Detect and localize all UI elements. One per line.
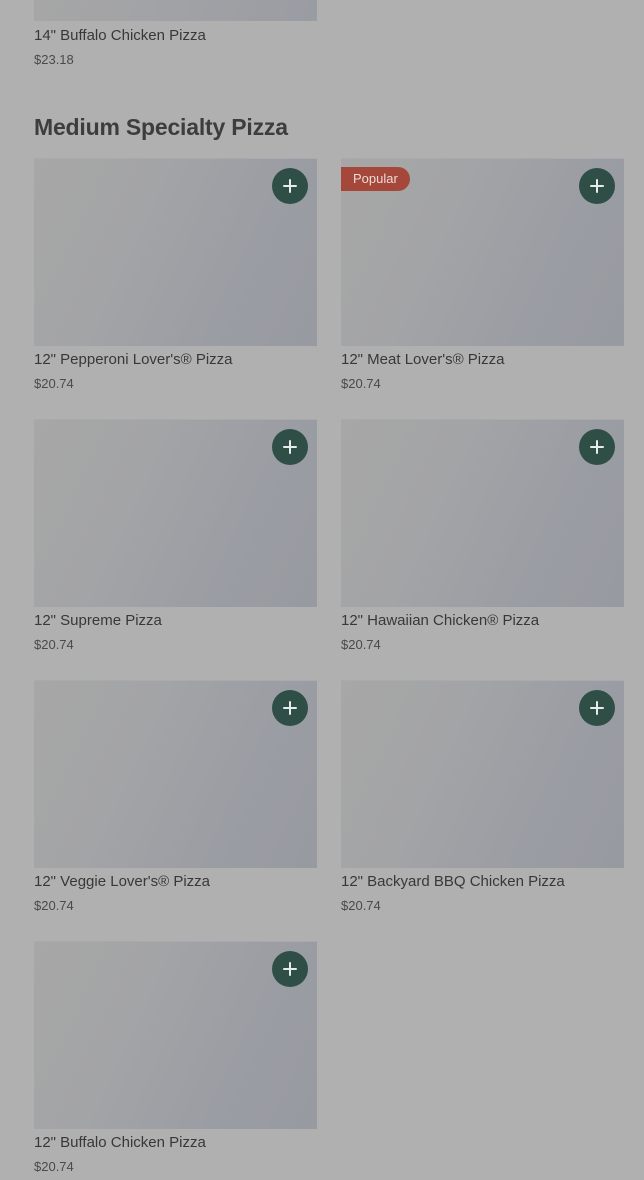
add-to-cart-button[interactable] [272, 168, 308, 204]
item-image[interactable] [341, 419, 624, 607]
add-to-cart-button[interactable] [579, 429, 615, 465]
menu-item-card[interactable]: 12" Veggie Lover's® Pizza $20.74 [34, 680, 317, 919]
item-price: $20.74 [341, 376, 381, 391]
menu-item-card[interactable]: Popular 12" Meat Lover's® Pizza $20.74 [341, 158, 624, 397]
add-to-cart-button[interactable] [579, 168, 615, 204]
item-name: 14" Buffalo Chicken Pizza [34, 27, 206, 44]
item-image[interactable] [341, 680, 624, 868]
menu-grid: 12" Pepperoni Lover's® Pizza $20.74 Popu… [34, 158, 624, 1180]
menu-item-card[interactable]: 12" Pepperoni Lover's® Pizza $20.74 [34, 158, 317, 397]
section-title: Medium Specialty Pizza [34, 114, 288, 140]
add-to-cart-button[interactable] [272, 690, 308, 726]
add-to-cart-button[interactable] [272, 951, 308, 987]
item-price: $23.18 [34, 52, 74, 67]
item-name: 12" Meat Lover's® Pizza [341, 351, 505, 368]
menu-item-card[interactable]: 12" Hawaiian Chicken® Pizza $20.74 [341, 419, 624, 658]
plus-icon [283, 440, 297, 454]
item-price: $20.74 [341, 898, 381, 913]
item-price: $20.74 [34, 898, 74, 913]
menu-item-card[interactable]: 12" Buffalo Chicken Pizza $20.74 [34, 941, 317, 1180]
item-name: 12" Pepperoni Lover's® Pizza [34, 351, 233, 368]
item-name: 12" Supreme Pizza [34, 612, 162, 629]
menu-item-card[interactable]: 12" Backyard BBQ Chicken Pizza $20.74 [341, 680, 624, 919]
item-price: $20.74 [34, 376, 74, 391]
item-price: $20.74 [34, 1159, 74, 1174]
popular-badge: Popular [341, 167, 410, 191]
item-price: $20.74 [34, 637, 74, 652]
item-image[interactable] [34, 419, 317, 607]
item-image[interactable] [34, 0, 317, 21]
item-image[interactable] [34, 941, 317, 1129]
plus-icon [283, 701, 297, 715]
plus-icon [283, 179, 297, 193]
menu-item-card[interactable]: 12" Supreme Pizza $20.74 [34, 419, 317, 658]
item-name: 12" Backyard BBQ Chicken Pizza [341, 873, 565, 890]
plus-icon [590, 179, 604, 193]
plus-icon [590, 440, 604, 454]
menu-item-card[interactable]: 14" Buffalo Chicken Pizza $23.18 [34, 0, 317, 68]
item-name: 12" Hawaiian Chicken® Pizza [341, 612, 540, 629]
add-to-cart-button[interactable] [272, 429, 308, 465]
item-name: 12" Veggie Lover's® Pizza [34, 873, 211, 890]
add-to-cart-button[interactable] [579, 690, 615, 726]
item-image[interactable]: Popular [341, 158, 624, 346]
plus-icon [283, 962, 297, 976]
item-image[interactable] [34, 158, 317, 346]
item-name: 12" Buffalo Chicken Pizza [34, 1134, 206, 1151]
plus-icon [590, 701, 604, 715]
item-price: $20.74 [341, 637, 381, 652]
item-image[interactable] [34, 680, 317, 868]
